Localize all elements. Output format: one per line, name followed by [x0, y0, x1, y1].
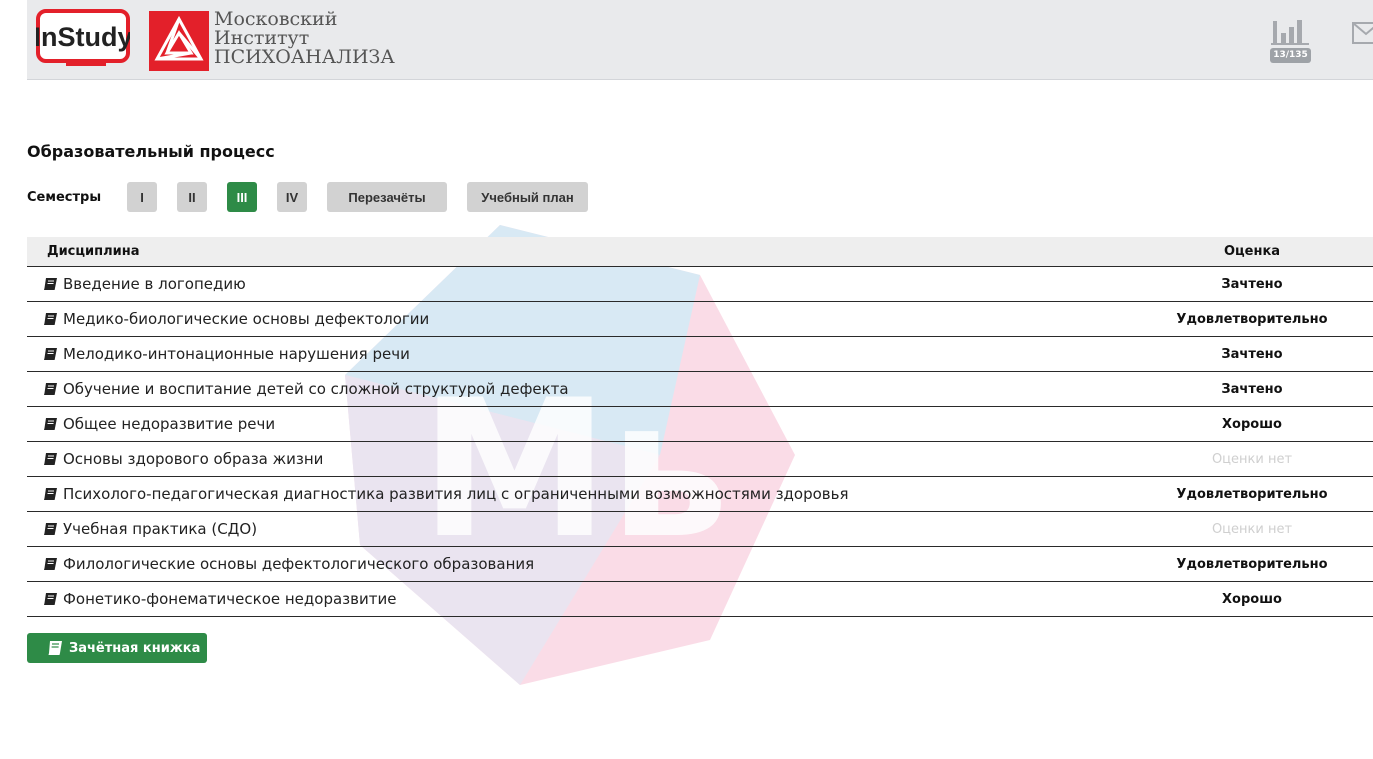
semester-button-2[interactable]: II [177, 182, 207, 212]
record-book-button[interactable]: Зачётная книжка [27, 633, 207, 663]
grade-value: Зачтено [1221, 277, 1283, 292]
reassessments-button[interactable]: Перезачёты [327, 182, 447, 212]
table-row[interactable]: Основы здорового образа жизни Оценки нет [27, 442, 1373, 477]
grade-value: Зачтено [1221, 347, 1283, 362]
table-header: Дисциплина Оценка [27, 237, 1373, 267]
grade-value: Удовлетворительно [1176, 312, 1328, 327]
book-icon [44, 593, 57, 605]
column-discipline: Дисциплина [47, 244, 140, 259]
book-icon [44, 418, 57, 430]
table-row[interactable]: Медико-биологические основы дефектологии… [27, 302, 1373, 337]
book-icon [44, 383, 57, 395]
grade-value: Оценки нет [1211, 522, 1293, 537]
mail-icon[interactable] [1351, 20, 1373, 46]
semester-button-1[interactable]: I [127, 182, 157, 212]
grades-table: Дисциплина Оценка Введение в логопедию За… [27, 237, 1373, 617]
discipline-name[interactable]: Мелодико-интонационные нарушения речи [63, 345, 410, 363]
discipline-name[interactable]: Введение в логопедию [63, 275, 246, 293]
top-header: InStudy Московский Институт ПСИХОАНАЛИЗА… [27, 0, 1373, 80]
grade-value: Хорошо [1222, 417, 1282, 432]
book-icon [44, 313, 57, 325]
table-row[interactable]: Мелодико-интонационные нарушения речи Зач… [27, 337, 1373, 372]
institute-name: Московский Институт ПСИХОАНАЛИЗА [214, 10, 395, 67]
table-row[interactable]: Учебная практика (СДО) Оценки нет [27, 512, 1373, 547]
table-row[interactable]: Общее недоразвитие речи Хорошо [27, 407, 1373, 442]
institute-name-line3: ПСИХОАНАЛИЗА [214, 46, 395, 68]
book-icon [44, 523, 57, 535]
discipline-name[interactable]: Филологические основы дефектологического… [63, 555, 534, 573]
stats-badge: 13/135 [1270, 48, 1311, 63]
grade-value: Хорошо [1222, 592, 1282, 607]
semester-button-4[interactable]: IV [277, 182, 307, 212]
discipline-name[interactable]: Психолого-педагогическая диагностика раз… [63, 485, 849, 503]
table-row[interactable]: Введение в логопедию Зачтено [27, 267, 1373, 302]
table-row[interactable]: Фонетико-фонематическое недоразвитие Хоро… [27, 582, 1373, 617]
discipline-name[interactable]: Обучение и воспитание детей со сложной с… [63, 380, 569, 398]
instudy-logo[interactable]: InStudy [36, 9, 130, 69]
institute-logo-icon[interactable] [149, 11, 209, 71]
semester-selector: Семестры I II III IV Перезачёты Учебный … [27, 182, 608, 212]
grade-value: Оценки нет [1211, 452, 1293, 467]
table-row[interactable]: Филологические основы дефектологического… [27, 547, 1373, 582]
discipline-name[interactable]: Учебная практика (СДО) [63, 520, 257, 538]
grade-value: Удовлетворительно [1176, 487, 1328, 502]
study-plan-button[interactable]: Учебный план [467, 182, 588, 212]
grade-value: Зачтено [1221, 382, 1283, 397]
discipline-name[interactable]: Медико-биологические основы дефектологии [63, 310, 429, 328]
page-title: Образовательный процесс [27, 142, 275, 161]
semesters-label: Семестры [27, 189, 102, 205]
discipline-name[interactable]: Фонетико-фонематическое недоразвитие [63, 590, 396, 608]
book-icon [48, 641, 62, 655]
table-row[interactable]: Обучение и воспитание детей со сложной с… [27, 372, 1373, 407]
record-book-label: Зачётная книжка [69, 640, 201, 656]
grade-value: Удовлетворительно [1176, 557, 1328, 572]
semester-button-3[interactable]: III [227, 182, 257, 212]
book-icon [44, 453, 57, 465]
table-row[interactable]: Психолого-педагогическая диагностика раз… [27, 477, 1373, 512]
book-icon [44, 488, 57, 500]
book-icon [44, 558, 57, 570]
discipline-name[interactable]: Основы здорового образа жизни [63, 450, 323, 468]
column-grade: Оценка [1223, 244, 1281, 259]
discipline-name[interactable]: Общее недоразвитие речи [63, 415, 275, 433]
book-icon [44, 278, 57, 290]
book-icon [44, 348, 57, 360]
instudy-logo-text: InStudy [36, 22, 130, 52]
